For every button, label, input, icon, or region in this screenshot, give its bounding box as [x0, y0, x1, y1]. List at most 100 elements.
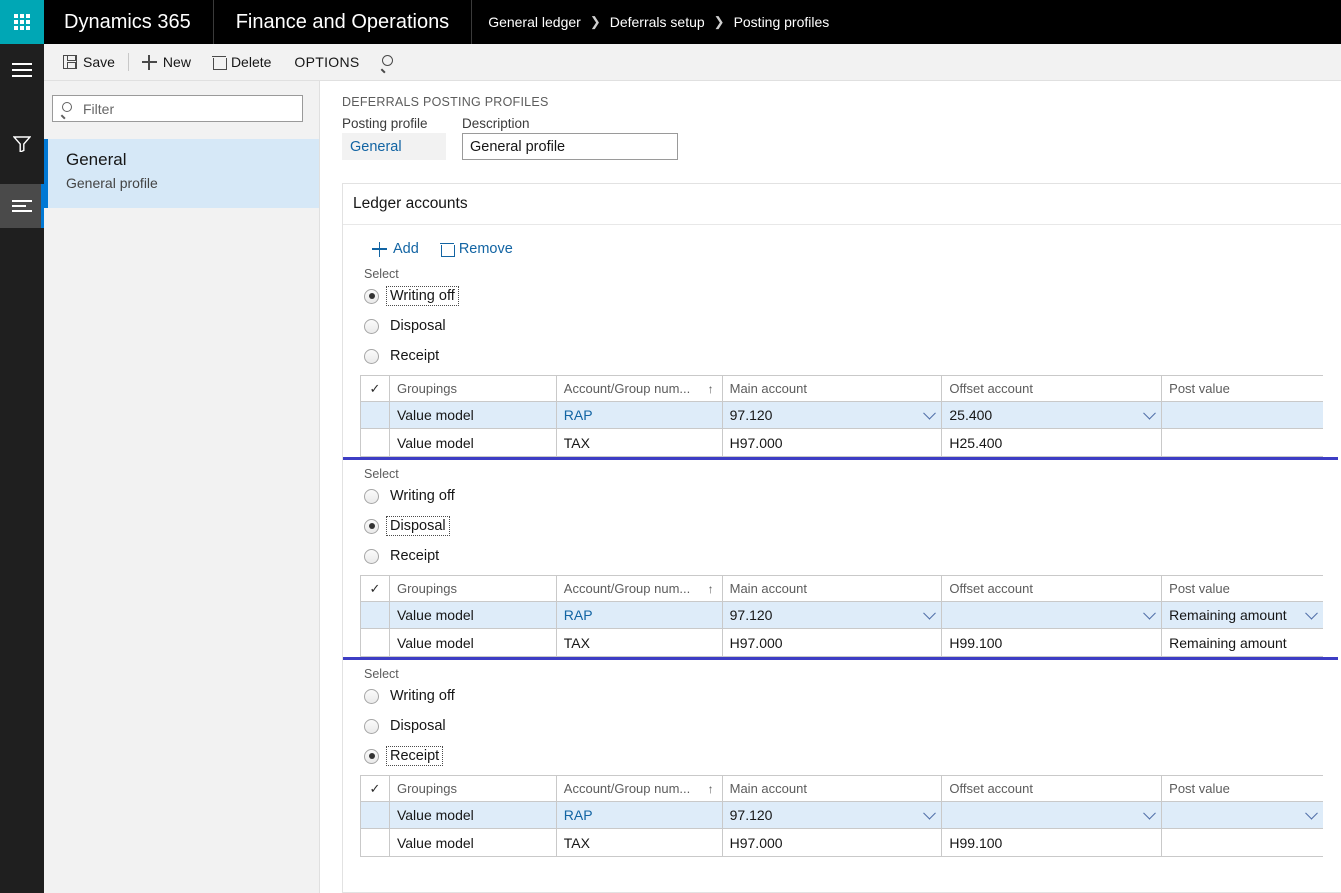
- chevron-down-icon[interactable]: [923, 606, 937, 620]
- table-cell-account-group-num[interactable]: TAX: [557, 829, 723, 856]
- waffle-grid-icon[interactable]: [0, 0, 44, 44]
- table-cell-main-account[interactable]: 97.120: [723, 602, 943, 628]
- table-cell-select[interactable]: [361, 802, 390, 828]
- filter-box[interactable]: [52, 95, 303, 122]
- grid-column-header[interactable]: Groupings: [390, 376, 557, 401]
- grid-column-header[interactable]: Account/Group num... ↑: [557, 576, 723, 601]
- breadcrumb-item-deferrals-setup[interactable]: Deferrals setup: [610, 14, 705, 30]
- table-cell-groupings[interactable]: Value model: [390, 802, 557, 828]
- table-row[interactable]: Value model RAP 97.120 25.400: [361, 402, 1323, 429]
- nav-list-button[interactable]: [0, 184, 44, 228]
- list-item-general[interactable]: General General profile: [44, 139, 319, 208]
- table-cell-select[interactable]: [361, 429, 390, 456]
- radio-disposal[interactable]: Disposal: [343, 711, 1341, 741]
- radio-writing-off[interactable]: Writing off: [343, 481, 1341, 511]
- chevron-down-icon[interactable]: [923, 806, 937, 820]
- save-icon: [63, 55, 77, 69]
- table-cell-account-group-num[interactable]: TAX: [557, 629, 723, 656]
- table-cell-offset-account[interactable]: H25.400: [942, 429, 1163, 456]
- table-cell-main-account[interactable]: H97.000: [723, 429, 943, 456]
- table-cell-post-value[interactable]: Remaining amount: [1162, 629, 1323, 656]
- radio-disposal[interactable]: Disposal: [343, 511, 1341, 541]
- grid-select-all-header[interactable]: ✓: [361, 776, 390, 801]
- table-row[interactable]: Value model RAP 97.120 Remaining amount: [361, 602, 1323, 629]
- radio-disposal[interactable]: Disposal: [343, 311, 1341, 341]
- table-row[interactable]: Value model RAP 97.120: [361, 802, 1323, 829]
- grid-column-header[interactable]: Main account: [723, 576, 943, 601]
- chevron-down-icon[interactable]: [1143, 406, 1157, 420]
- grid-column-header[interactable]: Groupings: [390, 776, 557, 801]
- radio-receipt[interactable]: Receipt: [343, 741, 1341, 771]
- radio-writing-off[interactable]: Writing off: [343, 281, 1341, 311]
- table-row[interactable]: Value model TAX H97.000 H99.100: [361, 829, 1323, 856]
- nav-filter-button[interactable]: [0, 122, 44, 166]
- table-cell-main-account[interactable]: 97.120: [723, 802, 943, 828]
- table-row[interactable]: Value model TAX H97.000 H99.100 Remaining am…: [361, 629, 1323, 656]
- table-cell-groupings[interactable]: Value model: [390, 429, 557, 456]
- radio-writing-off[interactable]: Writing off: [343, 681, 1341, 711]
- save-button[interactable]: Save: [52, 47, 126, 77]
- table-cell-select[interactable]: [361, 829, 390, 856]
- chevron-down-icon[interactable]: [1143, 606, 1157, 620]
- add-button[interactable]: Add: [363, 238, 428, 260]
- breadcrumb-item-posting-profiles[interactable]: Posting profiles: [734, 14, 830, 30]
- nav-hamburger-button[interactable]: [0, 48, 44, 92]
- options-button[interactable]: OPTIONS: [282, 47, 371, 77]
- table-cell-account-group-num[interactable]: TAX: [557, 429, 723, 456]
- grid-column-header[interactable]: Offset account: [942, 376, 1163, 401]
- grid-column-header[interactable]: Main account: [723, 376, 943, 401]
- grid-column-header[interactable]: Account/Group num... ↑: [557, 776, 723, 801]
- table-cell-account-group-num[interactable]: RAP: [557, 402, 723, 428]
- description-input[interactable]: [462, 133, 678, 160]
- chevron-down-icon[interactable]: [1305, 806, 1318, 820]
- radio-receipt[interactable]: Receipt: [343, 541, 1341, 571]
- table-cell-post-value[interactable]: [1162, 402, 1323, 428]
- table-cell-post-value[interactable]: [1162, 802, 1323, 828]
- table-cell-post-value[interactable]: [1162, 829, 1323, 856]
- search-icon: [381, 54, 396, 70]
- grid-column-header[interactable]: Main account: [723, 776, 943, 801]
- radio-label: Receipt: [390, 348, 440, 364]
- table-cell-groupings[interactable]: Value model: [390, 829, 557, 856]
- table-cell-offset-account[interactable]: [942, 802, 1163, 828]
- table-cell-offset-account[interactable]: H99.100: [942, 829, 1163, 856]
- table-cell-post-value[interactable]: Remaining amount: [1162, 602, 1323, 628]
- chevron-down-icon[interactable]: [923, 406, 937, 420]
- grid-column-header[interactable]: Post value: [1162, 776, 1323, 801]
- table-cell-select[interactable]: [361, 602, 390, 628]
- grid-column-header[interactable]: Post value: [1162, 376, 1323, 401]
- table-cell-groupings[interactable]: Value model: [390, 602, 557, 628]
- new-button[interactable]: New: [131, 47, 202, 77]
- grid-column-header[interactable]: Groupings: [390, 576, 557, 601]
- table-cell-main-account[interactable]: H97.000: [723, 629, 943, 656]
- grid-column-header[interactable]: Account/Group num... ↑: [557, 376, 723, 401]
- table-cell-main-account[interactable]: H97.000: [723, 829, 943, 856]
- table-cell-account-group-num[interactable]: RAP: [557, 802, 723, 828]
- table-cell-offset-account[interactable]: H99.100: [942, 629, 1163, 656]
- grid-select-all-header[interactable]: ✓: [361, 576, 390, 601]
- table-cell-offset-account[interactable]: [942, 602, 1163, 628]
- grid-column-header[interactable]: Offset account: [942, 576, 1163, 601]
- table-cell-select[interactable]: [361, 629, 390, 656]
- cell-text: H25.400: [949, 434, 1003, 451]
- chevron-down-icon[interactable]: [1305, 606, 1318, 620]
- table-cell-select[interactable]: [361, 402, 390, 428]
- table-row[interactable]: Value model TAX H97.000 H25.400: [361, 429, 1323, 456]
- table-cell-main-account[interactable]: 97.120: [723, 402, 943, 428]
- grid-select-all-header[interactable]: ✓: [361, 376, 390, 401]
- table-cell-account-group-num[interactable]: RAP: [557, 602, 723, 628]
- filter-input[interactable]: [81, 99, 294, 118]
- remove-button[interactable]: Remove: [432, 238, 522, 260]
- radio-receipt[interactable]: Receipt: [343, 341, 1341, 371]
- posting-profile-value[interactable]: General: [342, 133, 446, 160]
- grid-column-header[interactable]: Post value: [1162, 576, 1323, 601]
- grid-column-header[interactable]: Offset account: [942, 776, 1163, 801]
- table-cell-offset-account[interactable]: 25.400: [942, 402, 1163, 428]
- table-cell-groupings[interactable]: Value model: [390, 629, 557, 656]
- delete-button[interactable]: Delete: [202, 47, 282, 77]
- table-cell-groupings[interactable]: Value model: [390, 402, 557, 428]
- chevron-down-icon[interactable]: [1143, 806, 1157, 820]
- command-search-button[interactable]: [372, 47, 406, 77]
- table-cell-post-value[interactable]: [1162, 429, 1323, 456]
- breadcrumb-item-general-ledger[interactable]: General ledger: [488, 14, 581, 30]
